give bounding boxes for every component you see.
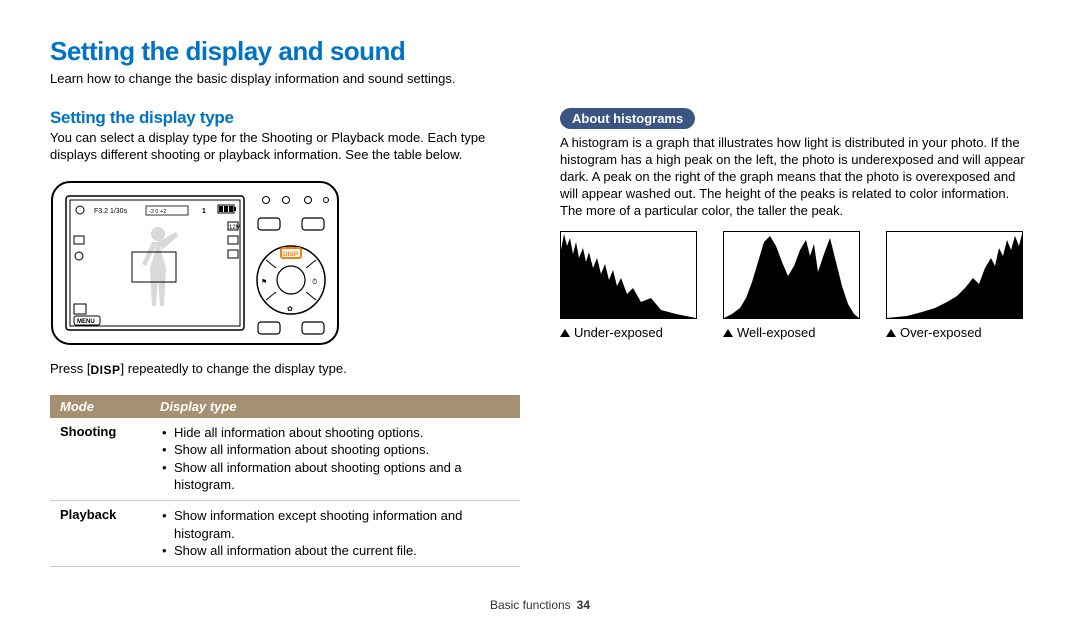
triangle-icon [723, 329, 733, 337]
display-type-table: Mode Display type Shooting Hide all info… [50, 395, 520, 567]
table-row: Shooting Hide all information about shoo… [50, 418, 520, 501]
camera-illustration: F3.2 1/30s -2 0 +2 1 12M [50, 178, 340, 348]
mode-cell: Playback [50, 500, 150, 566]
list-item: Show all information about shooting opti… [174, 459, 510, 494]
list-item: Show information except shooting informa… [174, 507, 510, 542]
histogram-label: Well-exposed [723, 325, 858, 340]
about-histograms-pill: About histograms [560, 108, 695, 129]
histogram-label: Under-exposed [560, 325, 695, 340]
triangle-icon [886, 329, 896, 337]
footer-section: Basic functions [490, 598, 571, 612]
under-exposed-graph [561, 232, 696, 318]
mode-cell: Shooting [50, 418, 150, 501]
page-footer: Basic functions 34 [0, 598, 1080, 612]
page-number: 34 [577, 598, 590, 612]
list-item: Show all information about shooting opti… [174, 441, 510, 459]
disp-badge: DISP [90, 363, 120, 377]
histogram-over: Over-exposed [886, 231, 1021, 340]
press-instruction: Press [DISP] repeatedly to change the di… [50, 361, 520, 377]
lcd-count: 1 [202, 208, 206, 215]
svg-text:✿: ✿ [287, 306, 293, 313]
list-item: Show all information about the current f… [174, 542, 510, 560]
section-heading: Setting the display type [50, 108, 520, 128]
disp-button-label: DISP [283, 251, 299, 258]
lcd-ev: -2 0 +2 [149, 209, 166, 215]
histogram-row: Under-exposed Well-exposed [560, 231, 1030, 340]
histogram-well: Well-exposed [723, 231, 858, 340]
lcd-menu: MENU [77, 319, 95, 325]
table-row: Playback Show information except shootin… [50, 500, 520, 566]
manual-page: Setting the display and sound Learn how … [0, 0, 1080, 567]
triangle-icon [560, 329, 570, 337]
well-exposed-graph [724, 232, 859, 318]
section-paragraph: You can select a display type for the Sh… [50, 130, 520, 164]
svg-text:12M: 12M [229, 225, 241, 231]
over-exposed-graph [887, 232, 1022, 318]
svg-text:⚑: ⚑ [261, 278, 267, 286]
page-title: Setting the display and sound [50, 36, 1030, 67]
histogram-label: Over-exposed [886, 325, 1021, 340]
th-display: Display type [150, 395, 520, 418]
list-item: Hide all information about shooting opti… [174, 424, 510, 442]
press-prefix: Press [ [50, 361, 90, 376]
intro-text: Learn how to change the basic display in… [50, 71, 1030, 86]
histogram-under: Under-exposed [560, 231, 695, 340]
display-cell: Hide all information about shooting opti… [150, 418, 520, 501]
left-column: Setting the display type You can select … [50, 108, 520, 567]
lcd-aperture: F3.2 1/30s [94, 208, 128, 215]
two-column-layout: Setting the display type You can select … [50, 108, 1030, 567]
th-mode: Mode [50, 395, 150, 418]
histogram-paragraph: A histogram is a graph that illustrates … [560, 135, 1030, 219]
right-column: About histograms A histogram is a graph … [560, 108, 1030, 567]
svg-text:⏱: ⏱ [312, 278, 318, 286]
press-suffix: ] repeatedly to change the display type. [120, 361, 346, 376]
display-cell: Show information except shooting informa… [150, 500, 520, 566]
